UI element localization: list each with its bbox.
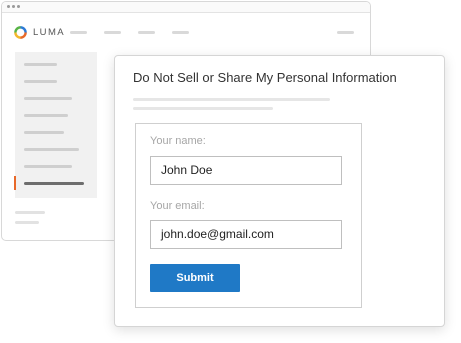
sidebar [14,52,97,198]
footer-placeholder [15,221,39,224]
sidebar-item-placeholder [24,165,72,168]
privacy-request-dialog: Do Not Sell or Share My Personal Informa… [114,55,445,327]
sidebar-item-placeholder [24,63,57,66]
window-dot-icon [7,5,10,8]
footer-placeholder [15,211,45,214]
window-dot-icon [12,5,15,8]
nav-placeholder [104,31,121,34]
sidebar-item-placeholder [24,148,79,151]
email-input[interactable]: john.doe@gmail.com [150,220,342,249]
sidebar-item-placeholder [24,97,72,100]
luma-ring-logo-icon [14,25,27,39]
name-input[interactable]: John Doe [150,156,342,185]
sidebar-item-placeholder [24,80,57,83]
dialog-title: Do Not Sell or Share My Personal Informa… [133,70,397,85]
submit-button[interactable]: Submit [150,264,240,292]
sidebar-item-placeholder [24,131,64,134]
nav-placeholder [172,31,189,34]
window-dot-icon [17,5,20,8]
sidebar-item-placeholder [24,114,68,117]
nav-placeholder [70,31,87,34]
email-label: Your email: [150,200,205,212]
description-placeholder [133,98,330,101]
active-item-marker [14,176,16,190]
name-label: Your name: [150,135,206,147]
description-placeholder [133,107,273,110]
browser-title-bar [2,2,370,13]
privacy-form: Your name: John Doe Your email: john.doe… [135,123,362,308]
sidebar-item-active-placeholder [24,182,84,185]
nav-placeholder [337,31,354,34]
logo-text: LUMA [33,26,65,38]
nav-placeholder [138,31,155,34]
site-logo[interactable]: LUMA [14,24,65,40]
